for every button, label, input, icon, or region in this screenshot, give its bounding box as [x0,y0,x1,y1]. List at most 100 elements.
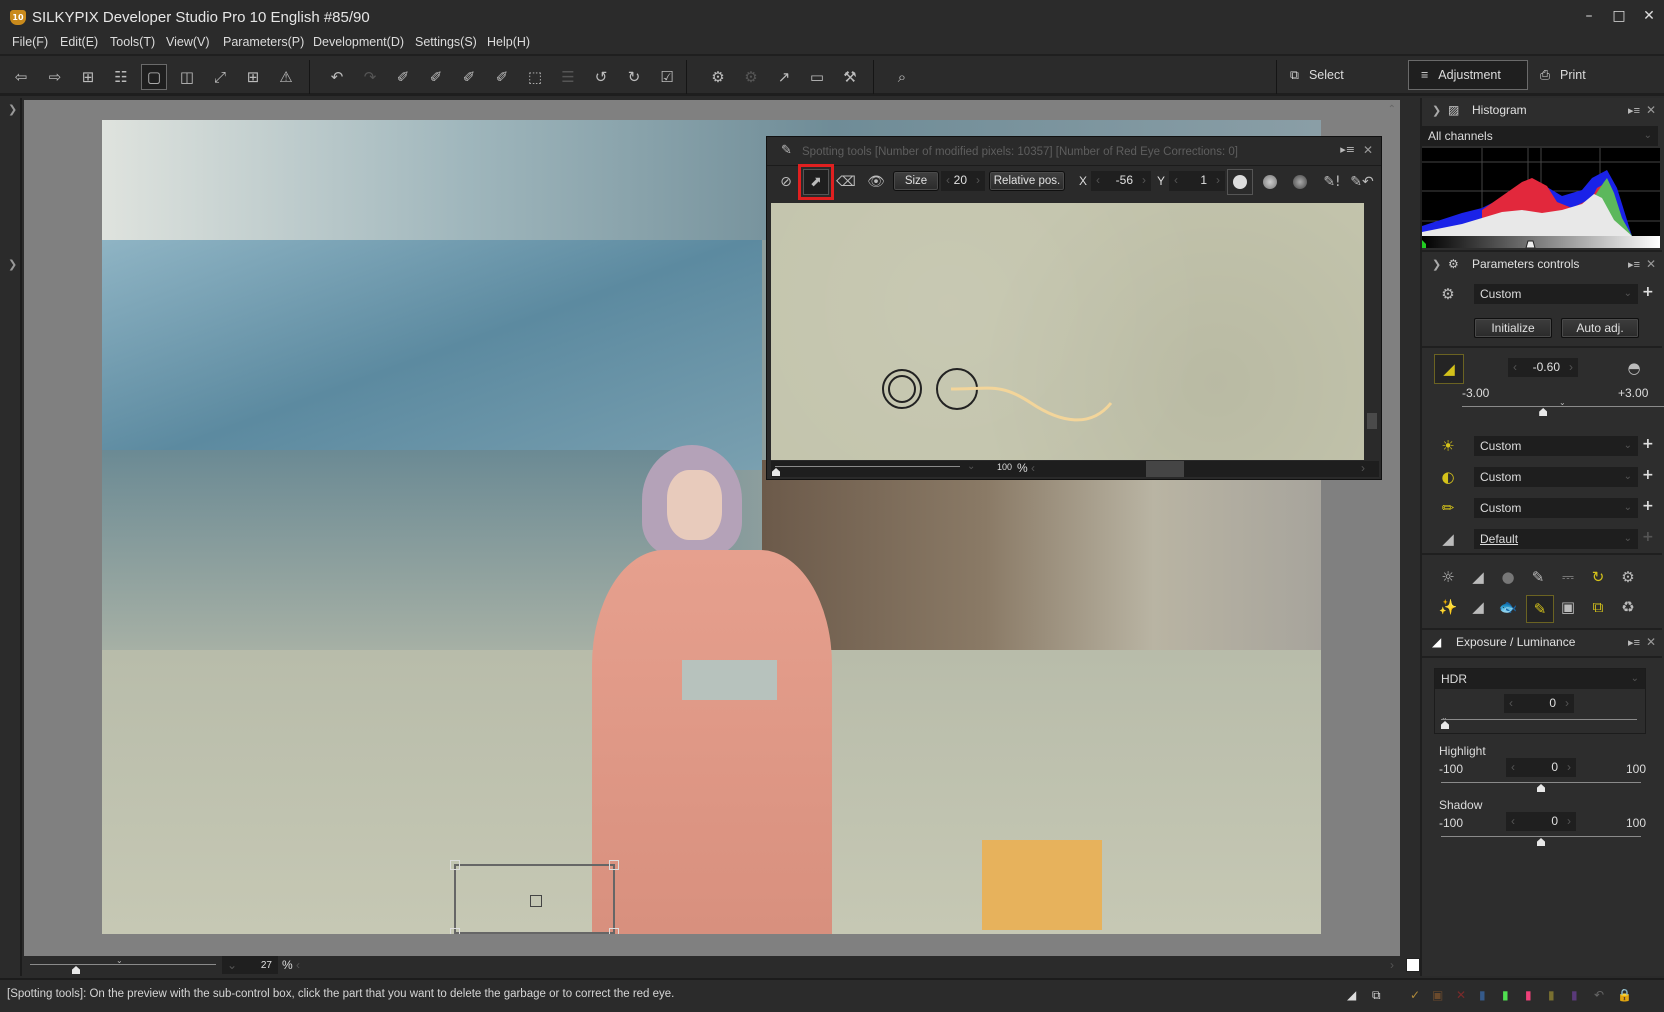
hdr-slider-thumb[interactable] [1441,721,1449,729]
hdr-slider[interactable] [1441,719,1637,720]
rotate-left-icon[interactable]: ↺ [588,64,614,90]
black-white-picker-icon[interactable]: ✐ [456,64,482,90]
export-icon[interactable]: ↗ [771,64,797,90]
warning-icon[interactable]: ⚠ [273,64,299,90]
brush-warning-icon[interactable]: ✎! [1319,169,1345,195]
shadow-slider[interactable] [1441,836,1641,837]
zoom-input[interactable]: ⌄ 27 [222,956,278,974]
auto-adjust-button[interactable]: Auto adj. [1561,318,1639,338]
panel-menu-icon[interactable]: ▸≡ [1628,104,1640,117]
close-button[interactable]: ✕ [1637,6,1661,26]
crop-status-icon[interactable]: ⧉ [1372,988,1381,1003]
preview-mode-icon[interactable]: ◢ [1347,988,1356,1002]
add-sharpness-icon[interactable]: + [1642,498,1654,514]
pink-label-icon[interactable]: ▮ [1525,988,1532,1002]
revert-icon[interactable]: ↶ [1594,988,1604,1002]
color-picker-tool-icon[interactable]: ✎ [1526,565,1550,589]
develop-hammer-icon[interactable]: ⚒ [837,64,863,90]
hdr-select[interactable]: HDR ⌄ [1435,669,1645,689]
spot-vscroll-thumb[interactable] [1367,413,1377,429]
highlight-tool-icon[interactable]: ✨ [1436,595,1460,619]
exposure-tool-icon[interactable]: ☼ [1436,565,1460,589]
panel-close-icon[interactable]: ✕ [1646,635,1656,649]
next-image-icon[interactable]: ⇨ [42,64,68,90]
compare-view-icon[interactable]: ◫ [174,64,200,90]
rotate-right-icon[interactable]: ↻ [621,64,647,90]
white-balance-select[interactable]: Custom ⌄ [1474,436,1638,456]
exposure-slider-thumb[interactable] [1539,408,1548,416]
resize-handle[interactable] [450,928,460,934]
menu-tools[interactable]: Tools(T) [110,35,155,49]
resize-handle[interactable] [609,860,619,870]
spot-scroll-left-icon[interactable]: ‹ [1031,461,1035,475]
shadow-slider-thumb[interactable] [1537,838,1545,846]
advanced-settings-icon[interactable]: ⚙ [1616,565,1640,589]
spot-scroll-right-icon[interactable]: › [1361,461,1365,475]
resize-handle[interactable] [450,860,460,870]
parameters-controls-header[interactable]: ❯ ⚙ Parameters controls ▸≡ ✕ [1422,252,1662,276]
menu-view[interactable]: View(V) [166,35,210,49]
duplicate-icon[interactable]: ▣ [1432,988,1443,1002]
save-parameters-icon[interactable]: ⚙ [705,64,731,90]
purple-label-icon[interactable]: ▮ [1571,988,1578,1002]
add-noise-reduction-icon[interactable]: + [1642,529,1654,545]
dust-removal-brush-icon[interactable]: ⬈ [798,164,834,200]
spotting-magnified-preview[interactable] [771,203,1364,460]
hdr-input[interactable]: ‹ 0 › [1504,694,1574,713]
tone-select[interactable]: Custom ⌄ [1474,467,1638,487]
panel-menu-icon[interactable]: ▸≡ [1628,636,1640,649]
color-tool-icon[interactable]: ● [1496,565,1520,589]
exposure-picker-icon[interactable]: ✐ [390,64,416,90]
histogram-channel-select[interactable]: All channels ⌄ [1422,126,1658,146]
highlight-slider-thumb[interactable] [1537,784,1545,792]
panel-menu-icon[interactable]: ▸≡ [1628,258,1640,271]
eraser-icon[interactable]: ⌫ [833,169,859,195]
menu-parameters[interactable]: Parameters(P) [223,35,304,49]
initialize-button[interactable]: Initialize [1474,318,1552,338]
menu-help[interactable]: Help(H) [487,35,530,49]
highlight-input[interactable]: ‹ 0 › [1506,758,1576,777]
expand-left-bottom-icon[interactable]: ❯ [8,258,17,271]
auto-spot-brush-icon[interactable]: ⊘ [773,169,799,195]
gradient-tool-icon[interactable]: ◢ [1466,595,1490,619]
panel-close-icon[interactable]: ✕ [1646,103,1656,117]
panel-close-icon[interactable]: ✕ [1646,257,1656,271]
medium-brush-icon[interactable] [1257,169,1283,195]
panel-close-icon[interactable]: ✕ [1363,143,1373,157]
minimize-button[interactable]: – [1577,6,1601,26]
expand-chevron-icon[interactable]: ❯ [1432,104,1448,117]
layers-icon[interactable]: ☰ [555,64,581,90]
redo-icon[interactable]: ↷ [357,64,383,90]
size-button[interactable]: Size [893,171,939,191]
spot-vertical-scrollbar[interactable] [1365,195,1379,460]
exposure-bias-icon[interactable]: ◢ [1434,354,1464,384]
menu-file[interactable]: File(F) [12,35,48,49]
maximize-button[interactable]: □ [1607,6,1631,26]
rotation-tool-icon[interactable]: ↻ [1586,565,1610,589]
relative-position-button[interactable]: Relative pos. [989,171,1065,191]
resize-handle[interactable] [609,928,619,934]
sharpness-select[interactable]: Custom ⌄ [1474,498,1638,518]
add-tone-icon[interactable]: + [1642,467,1654,483]
crop-tool-icon[interactable]: ⧉ [1586,595,1610,619]
scroll-right-icon[interactable]: › [1390,958,1394,972]
soft-brush-icon[interactable] [1287,169,1313,195]
shadow-input[interactable]: ‹ 0 › [1506,812,1576,831]
lock-icon[interactable]: 🔒 [1617,988,1632,1002]
x-input[interactable]: ‹ -56 › [1091,171,1151,191]
y-input[interactable]: ‹ 1 › [1169,171,1225,191]
recycle-tool-icon[interactable]: ♻ [1616,595,1640,619]
transform-icon[interactable]: ⬚ [522,64,548,90]
zoom-search-icon[interactable]: ⌕ [889,64,915,90]
show-hide-eye-icon[interactable]: 👁 [863,169,889,195]
spotting-brush-tool-icon[interactable]: ✎ [1526,595,1554,623]
histogram-mid-point[interactable] [1525,240,1536,249]
grid-guide-icon[interactable]: ⊞ [240,64,266,90]
tone-curve-tool-icon[interactable]: ◢ [1466,565,1490,589]
single-preview-icon[interactable]: ▢ [141,64,167,90]
expand-chevron-icon[interactable]: ❯ [1432,258,1448,271]
histogram-header[interactable]: ❯ ▨ Histogram ▸≡ ✕ [1422,98,1662,122]
fish-eye-tool-icon[interactable]: 🐟 [1496,595,1520,619]
mark-ok-icon[interactable]: ✓ [1410,988,1420,1002]
spot-zoom-thumb[interactable] [772,468,780,476]
